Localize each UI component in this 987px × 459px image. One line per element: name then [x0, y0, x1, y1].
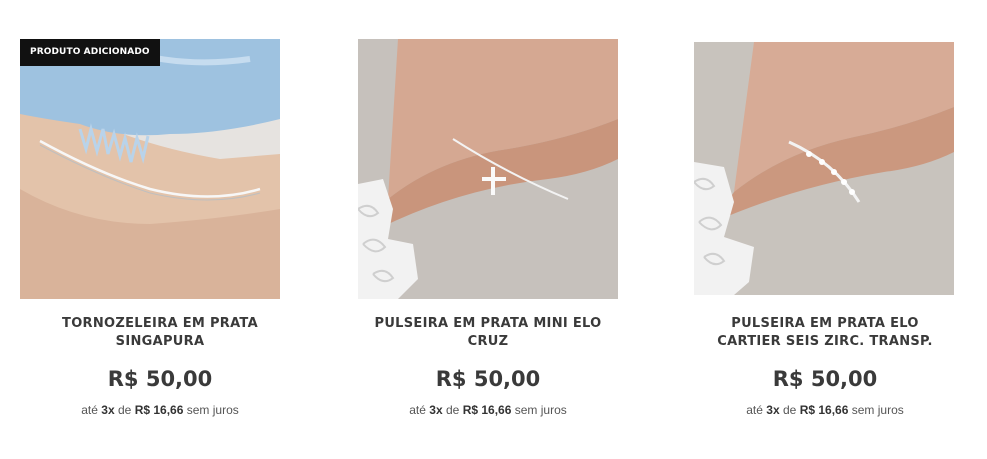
product-image[interactable] [694, 42, 954, 295]
product-name-line2: SINGAPURA [115, 334, 205, 349]
installments-value: R$ 16,66 [462, 403, 512, 417]
product-name-line2: CARTIER SEIS ZIRC. TRANSP. [717, 334, 933, 349]
product-price: R$ 50,00 [107, 367, 213, 391]
product-name[interactable]: TORNOZELEIRA EM PRATA SINGAPURA [0, 315, 320, 351]
product-name-line1: PULSEIRA EM PRATA MINI ELO [374, 316, 602, 331]
anklet-photo-icon [20, 39, 280, 299]
product-name-line2: CRUZ [467, 334, 509, 349]
installments-text: até 3x de R$ 16,66 sem juros [328, 403, 648, 417]
installments-text: até 3x de R$ 16,66 sem juros [665, 403, 985, 417]
added-badge: PRODUTO ADICIONADO [20, 39, 160, 66]
installments-suffix: sem juros [514, 403, 567, 417]
installments-prefix: até [746, 403, 763, 417]
installments-count: 3x [101, 403, 115, 417]
installments-value: R$ 16,66 [799, 403, 849, 417]
installments-mid: de [782, 403, 797, 417]
product-price: R$ 50,00 [772, 367, 878, 391]
product-name[interactable]: PULSEIRA EM PRATA ELO CARTIER SEIS ZIRC.… [665, 315, 985, 351]
installments-value: R$ 16,66 [134, 403, 184, 417]
product-name-line1: TORNOZELEIRA EM PRATA [62, 316, 258, 331]
product-image[interactable] [358, 39, 618, 299]
installments-mid: de [117, 403, 132, 417]
product-image[interactable] [20, 39, 280, 299]
installments-prefix: até [81, 403, 98, 417]
product-name[interactable]: PULSEIRA EM PRATA MINI ELO CRUZ [328, 315, 648, 351]
installments-count: 3x [429, 403, 443, 417]
zirconia-bracelet-photo-icon [694, 42, 954, 295]
cross-bracelet-photo-icon [358, 39, 618, 299]
installments-suffix: sem juros [851, 403, 904, 417]
installments-text: até 3x de R$ 16,66 sem juros [0, 403, 320, 417]
product-name-line1: PULSEIRA EM PRATA ELO [731, 316, 919, 331]
installments-prefix: até [409, 403, 426, 417]
installments-count: 3x [766, 403, 780, 417]
installments-suffix: sem juros [186, 403, 239, 417]
product-price: R$ 50,00 [435, 367, 541, 391]
installments-mid: de [445, 403, 460, 417]
